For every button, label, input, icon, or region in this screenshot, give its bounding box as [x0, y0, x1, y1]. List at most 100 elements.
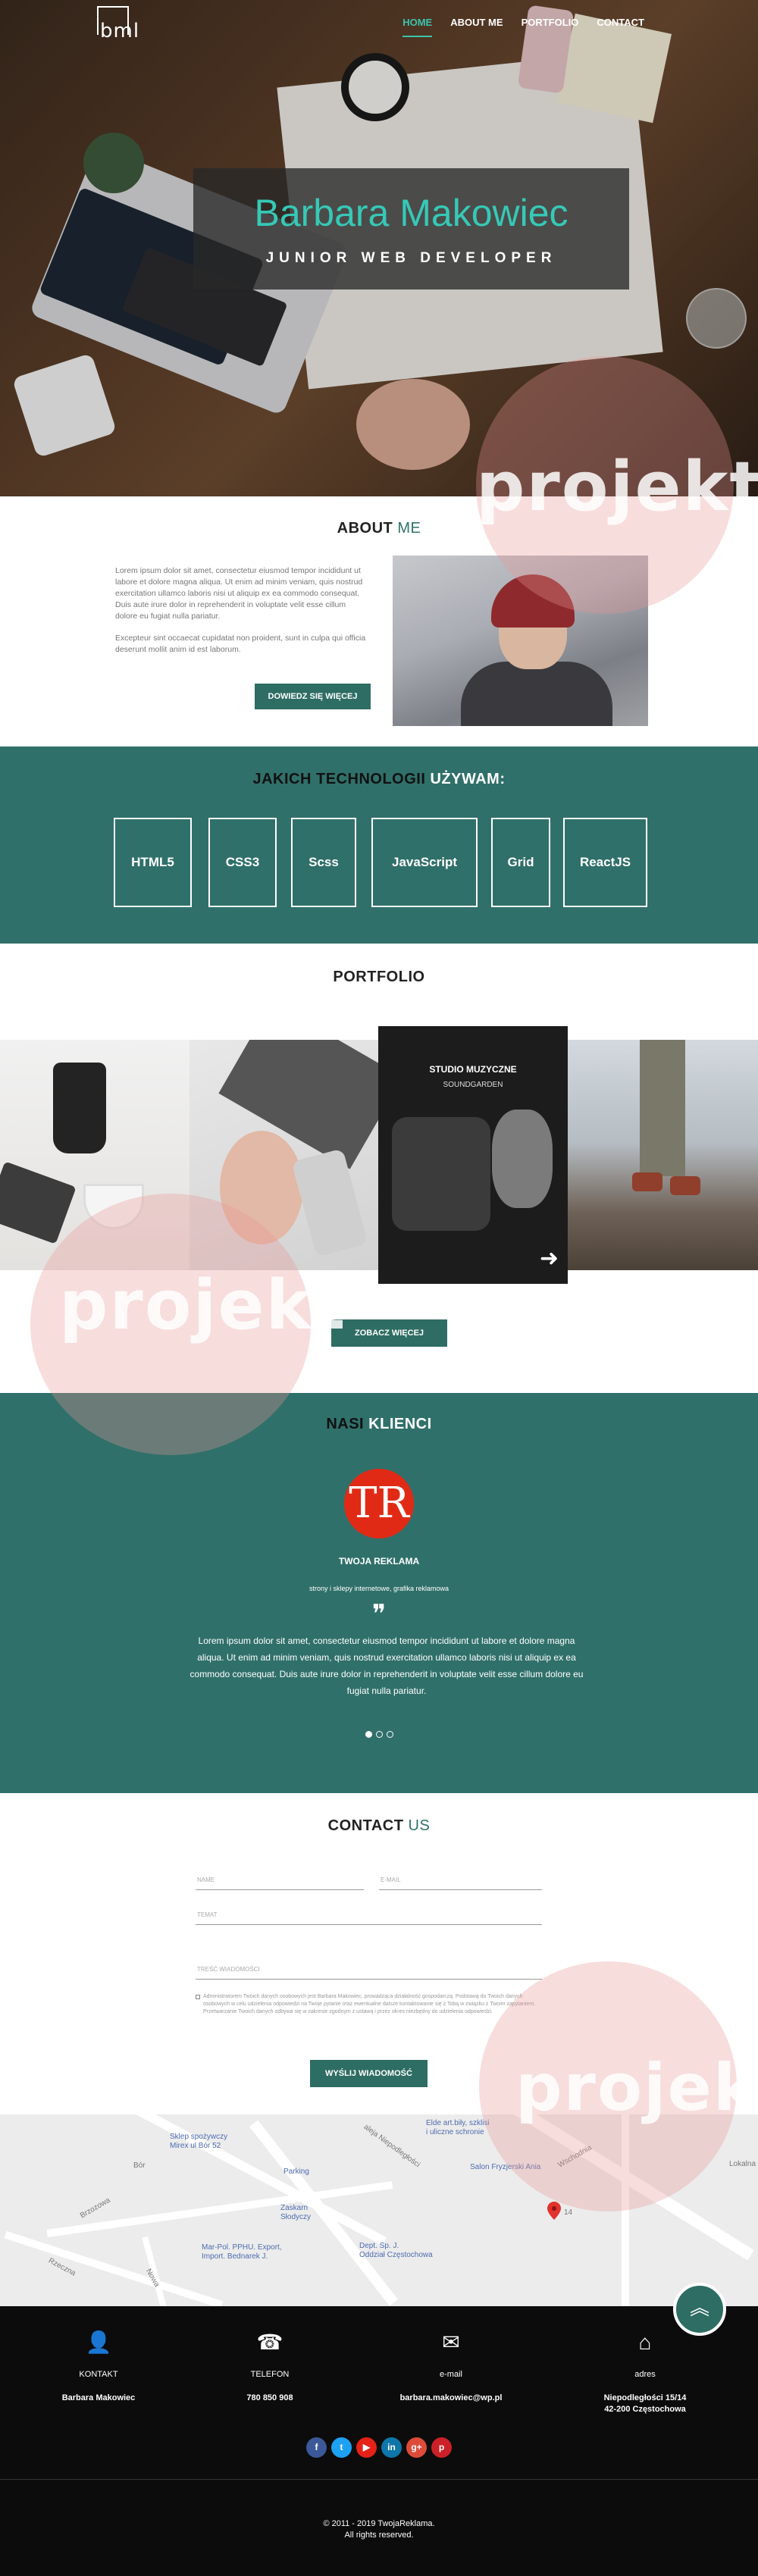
- google-plus-icon[interactable]: g+: [406, 2437, 427, 2458]
- footer-address: ⌂ adres Niepodległości 15/14 42-200 Częs…: [558, 2327, 732, 2415]
- portfolio-title: PORTFOLIO: [333, 969, 425, 985]
- twitter-icon[interactable]: t: [331, 2437, 352, 2458]
- slider-dot-2[interactable]: [375, 1731, 383, 1738]
- tech-item-reactjs: ReactJS: [563, 818, 647, 907]
- about-photo: [393, 556, 648, 726]
- footer-email-value[interactable]: barbara.makowiec@wp.pl: [364, 2393, 538, 2404]
- logo-text: bml: [100, 20, 140, 42]
- footer-contact-label: KONTAKT: [79, 2370, 118, 2379]
- map-label-street: aleja Niepodległości: [362, 2123, 421, 2170]
- footer-phone-value[interactable]: 780 850 908: [183, 2393, 357, 2404]
- clients-title-part-2: KLIENCI: [368, 1416, 432, 1432]
- watermark-text-2: projekt: [59, 1266, 347, 1345]
- about-more-button[interactable]: DOWIEDZ SIĘ WIĘCEJ: [255, 684, 371, 709]
- singer-shape: [492, 1110, 553, 1208]
- map-label-bor: Bór: [133, 2161, 146, 2170]
- contact-title: CONTACT US: [0, 1817, 758, 1835]
- main-navigation: bml HOME ABOUT ME PORTFOLIO CONTACT: [0, 0, 758, 47]
- footer-phone-label: TELEFON: [250, 2370, 290, 2379]
- footer-address-value: Niepodległości 15/14 42-200 Częstochowa: [603, 2393, 687, 2414]
- client-description: strony i sklepy internetowe, grafika rek…: [309, 1585, 449, 1592]
- linkedin-icon[interactable]: in: [381, 2437, 402, 2458]
- phone-icon: ☎: [256, 2330, 283, 2354]
- topic-field-placeholder: TEMAT: [197, 1911, 218, 1918]
- about-paragraph-1: Lorem ipsum dolor sit amet, consectetur …: [115, 566, 363, 621]
- pinterest-icon[interactable]: p: [431, 2437, 452, 2458]
- map-label-brzozowa: Brzozowa: [78, 2196, 112, 2221]
- map-pin-icon[interactable]: [547, 2202, 561, 2220]
- portfolio-item-hiker[interactable]: [568, 1040, 758, 1270]
- clients-section: NASI KLIENCI TR TWOJA REKLAMA strony i s…: [0, 1393, 758, 1793]
- footer-divider: [0, 2479, 758, 2480]
- email-field[interactable]: E-MAIL: [379, 1875, 542, 1890]
- youtube-icon[interactable]: ▶: [356, 2437, 377, 2458]
- location-map[interactable]: Sklep spożywczy Mirex ul Bór 52 Parking …: [0, 2114, 758, 2306]
- portfolio-item-coffee[interactable]: [0, 1040, 190, 1270]
- nav-portfolio[interactable]: PORTFOLIO: [522, 17, 579, 37]
- slider-dot-3[interactable]: [386, 1731, 393, 1738]
- nav-contact[interactable]: CONTACT: [597, 17, 644, 37]
- hero-name: Barbara Makowiec: [254, 192, 568, 234]
- tech-item-html5: HTML5: [114, 818, 192, 907]
- hero-title-box: Barbara Makowiec JUNIOR WEB DEVELOPER: [193, 168, 629, 290]
- arrow-right-icon[interactable]: ➜: [540, 1247, 559, 1270]
- tablet-shape: [0, 1161, 77, 1244]
- clients-title: NASI KLIENCI: [0, 1416, 758, 1433]
- send-message-button[interactable]: WYŚLIJ WIADOMOŚĆ: [310, 2060, 428, 2087]
- footer: 👤 KONTAKT Barbara Makowiec ☎ TELEFON 780…: [0, 2306, 758, 2576]
- tech-item-grid: Grid: [491, 818, 550, 907]
- hero-section: bml HOME ABOUT ME PORTFOLIO CONTACT Barb…: [0, 0, 758, 496]
- nav-home[interactable]: HOME: [402, 17, 433, 37]
- about-title-main: ABOUT: [337, 520, 393, 537]
- footer-email-label: e-mail: [440, 2370, 462, 2379]
- portfolio-item-laptop[interactable]: [190, 1040, 379, 1270]
- site-logo[interactable]: bml: [97, 6, 140, 42]
- user-icon: 👤: [85, 2330, 112, 2354]
- shoe-shape-left: [632, 1172, 662, 1191]
- name-field[interactable]: NAME: [196, 1875, 364, 1890]
- hand-shape: [220, 1131, 303, 1244]
- topic-field[interactable]: TEMAT: [196, 1910, 542, 1925]
- about-photo-coat: [461, 662, 612, 726]
- shoe-shape-right: [670, 1176, 700, 1195]
- slider-dot-1[interactable]: [365, 1731, 372, 1738]
- name-field-placeholder: NAME: [197, 1876, 215, 1883]
- footer-phone: ☎ TELEFON 780 850 908: [183, 2327, 357, 2404]
- about-title: ABOUT ME: [0, 520, 758, 537]
- nav-about[interactable]: ABOUT ME: [450, 17, 503, 37]
- tech-title: JAKICH TECHNOLOGII UŻYWAM:: [0, 771, 758, 788]
- slider-dots: [0, 1731, 758, 1738]
- consent-checkbox[interactable]: [196, 1995, 200, 1999]
- footer-contact-value: Barbara Makowiec: [61, 2393, 136, 2402]
- contact-title-accent: US: [408, 1817, 431, 1834]
- map-label-zaskarn: Zaskarn Słodyczy: [280, 2204, 312, 2221]
- microphone-shape: [392, 1117, 490, 1231]
- tech-item-scss: Scss: [291, 818, 356, 907]
- map-label-dept: Dept. Sp. J. Oddział Częstochowa: [359, 2242, 433, 2259]
- map-road-3: [249, 2120, 398, 2306]
- client-name: TWOJA REKLAMA: [338, 1556, 420, 1567]
- tech-title-part-2: UŻYWAM:: [430, 771, 506, 787]
- copyright-line: © 2011 - 2019 TwojaReklama.: [323, 2519, 435, 2528]
- tech-item-css3: CSS3: [208, 818, 277, 907]
- portfolio-gallery: STUDIO MUZYCZNE SOUNDGARDEN ➜: [0, 1026, 758, 1284]
- map-label-marpol: Mar-Pol. PPHU. Export, Import. Bednarek …: [202, 2243, 282, 2261]
- portfolio-item-music-studio[interactable]: STUDIO MUZYCZNE SOUNDGARDEN ➜: [378, 1026, 568, 1284]
- tech-item-javascript: JavaScript: [371, 818, 478, 907]
- copyright: © 2011 - 2019 TwojaReklama. All rights r…: [0, 2518, 758, 2541]
- map-label-number: 14: [564, 2208, 573, 2217]
- phone-shape: [291, 1148, 368, 1257]
- back-to-top-icon[interactable]: ︽: [673, 2283, 726, 2336]
- map-label-store: Sklep spożywczy Mirex ul Bór 52: [170, 2133, 228, 2150]
- hero-role: JUNIOR WEB DEVELOPER: [265, 250, 557, 266]
- email-icon: ✉: [442, 2330, 460, 2354]
- map-road-4: [622, 2114, 629, 2306]
- message-field[interactable]: TREŚĆ WIADOMOŚCI: [196, 1964, 542, 1980]
- portfolio-more-button[interactable]: ZOBACZ WIĘCEJ: [331, 1319, 447, 1347]
- portfolio-featured-title: STUDIO MUZYCZNE: [429, 1064, 517, 1075]
- facebook-icon[interactable]: f: [306, 2437, 327, 2458]
- quote-icon: ❞: [371, 1599, 387, 1629]
- consent-text: Administratorem Twoich danych osobowych …: [203, 1994, 536, 2014]
- contact-title-main: CONTACT: [327, 1817, 404, 1834]
- rights-line: All rights reserved.: [344, 2531, 414, 2540]
